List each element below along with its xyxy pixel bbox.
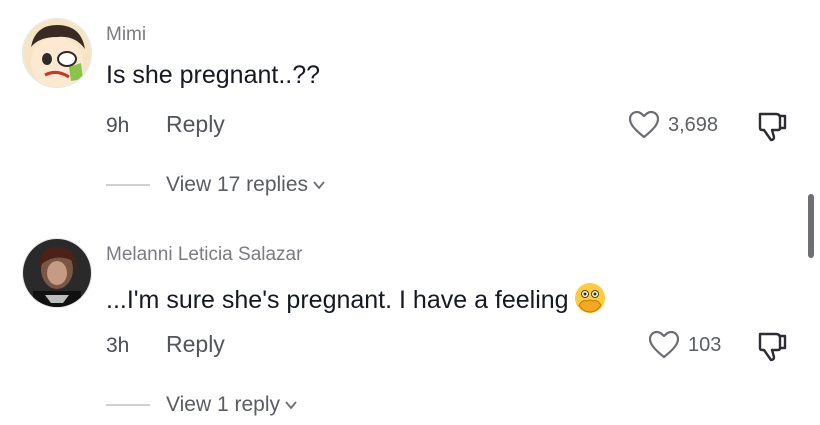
scrollbar[interactable]	[808, 194, 814, 258]
thumbs-down-icon	[758, 332, 787, 362]
avatar[interactable]	[22, 238, 92, 308]
like-count: 3,698	[668, 113, 719, 136]
divider-line	[106, 184, 150, 186]
chevron-down-icon	[313, 181, 325, 190]
comment-text: Is she pregnant..??	[106, 61, 321, 89]
username[interactable]: Melanni Leticia Salazar	[106, 244, 302, 266]
heart-outline-icon	[628, 110, 660, 139]
reply-button[interactable]: Reply	[166, 111, 225, 138]
dislike-button[interactable]	[756, 330, 790, 362]
view-replies-button[interactable]: View 17 replies	[106, 171, 326, 199]
comment-text: ...I'm sure she's pregnant. I have a fee…	[106, 281, 607, 315]
divider-line	[106, 404, 150, 406]
heart-outline-icon	[648, 330, 680, 359]
like-button[interactable]: 3,698	[628, 110, 718, 140]
like-count: 103	[688, 333, 722, 356]
timestamp: 9h	[106, 114, 130, 137]
view-replies-button[interactable]: View 1 reply	[106, 391, 298, 419]
face-with-open-eyes-and-hand-over-mouth-icon	[574, 283, 605, 313]
comment-text-content: ...I'm sure she's pregnant. I have a fee…	[106, 286, 569, 314]
timestamp: 3h	[106, 334, 130, 357]
view-replies-label: View 17 replies	[166, 173, 309, 196]
dislike-button[interactable]	[756, 110, 790, 142]
avatar[interactable]	[22, 18, 92, 88]
chevron-down-icon	[285, 401, 297, 410]
reply-button[interactable]: Reply	[166, 331, 225, 358]
username[interactable]: Mimi	[106, 24, 146, 46]
like-button[interactable]: 103	[648, 330, 721, 360]
view-replies-label: View 1 reply	[166, 393, 281, 416]
thumbs-down-icon	[758, 112, 787, 142]
